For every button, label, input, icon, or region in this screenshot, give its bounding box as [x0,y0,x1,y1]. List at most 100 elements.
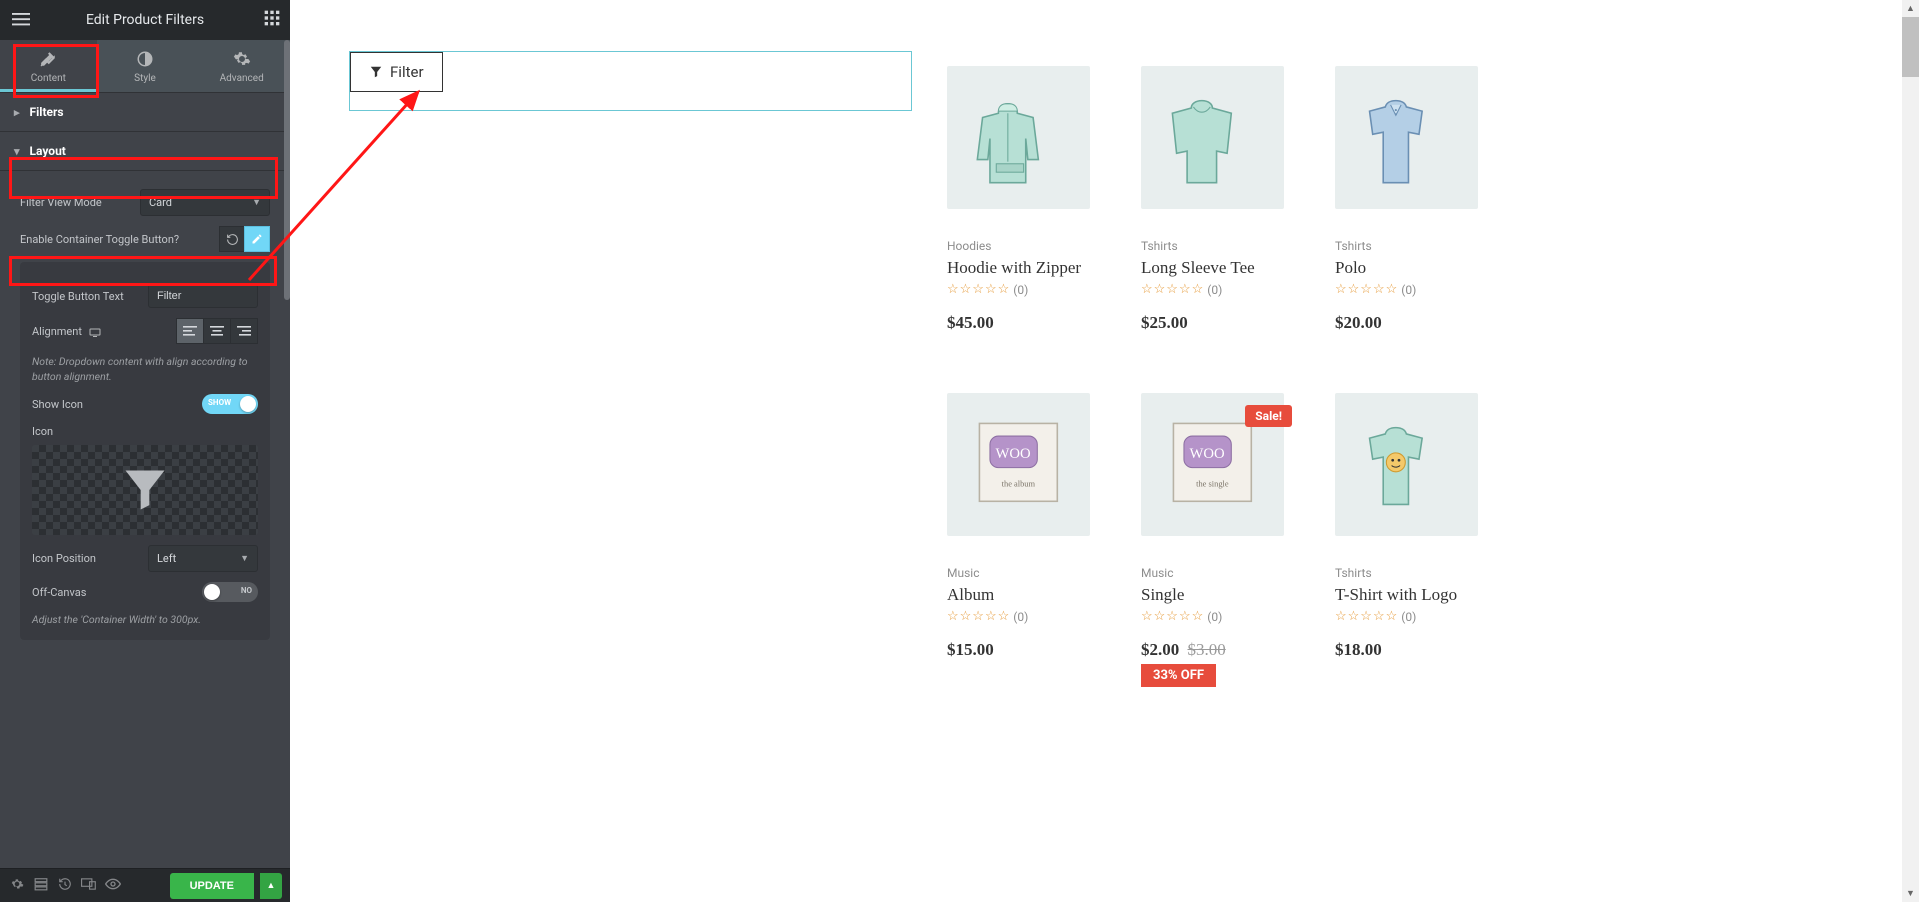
align-center-button[interactable] [203,318,231,344]
rating-count: (0) [1401,610,1416,624]
preview-canvas: Filter Hoodies Hoodie with Zipper ☆☆☆☆☆ … [290,0,1919,902]
product-price: $18.00 [1335,640,1523,660]
product-category: Tshirts [1335,239,1523,253]
section-filters[interactable]: ▸ Filters [0,92,290,131]
settings-icon[interactable] [8,877,26,895]
apps-grid-icon[interactable] [264,10,280,30]
rating-count: (0) [1401,283,1416,297]
stars-icon: ☆☆☆☆☆ [1335,609,1398,624]
product-card[interactable]: Tshirts Polo ☆☆☆☆☆ (0) $20.00 [1335,66,1523,333]
product-card[interactable]: Tshirts Long Sleeve Tee ☆☆☆☆☆ (0) $25.00 [1141,66,1329,333]
scroll-down-icon[interactable]: ▼ [1902,885,1919,902]
stars-icon: ☆☆☆☆☆ [1141,609,1204,624]
product-price: $20.00 [1335,313,1523,333]
page-scrollbar[interactable]: ▲ ▼ [1902,0,1919,902]
scroll-up-icon[interactable]: ▲ [1902,0,1919,17]
product-rating: ☆☆☆☆☆ (0) [1141,282,1329,297]
align-left-button[interactable] [176,318,204,344]
discount-badge: 33% OFF [1141,664,1216,687]
stars-icon: ☆☆☆☆☆ [1141,282,1204,297]
caret-right-icon: ▸ [14,106,20,119]
panel-sections: ▸ Filters ▾ Layout Filter View Mode Card… [0,92,290,868]
hamburger-icon[interactable] [12,10,30,32]
product-name[interactable]: Hoodie with Zipper [947,258,1135,278]
panel-title: Edit Product Filters [86,12,204,28]
rating-count: (0) [1013,610,1028,624]
toggle-button-text-input[interactable] [148,284,258,308]
icon-label: Icon [32,425,53,438]
product-image[interactable]: Sale! the single [1141,393,1284,536]
layout-controls: Filter View Mode Card ▼ Enable Container… [0,171,290,668]
product-rating: ☆☆☆☆☆ (0) [1335,609,1523,624]
product-rating: ☆☆☆☆☆ (0) [1141,609,1329,624]
tab-style[interactable]: Style [97,40,194,92]
old-price: $3.00 [1188,640,1226,659]
update-button[interactable]: UPDATE [170,873,254,899]
funnel-icon [369,65,383,79]
icon-position-select[interactable]: Left ▼ [148,545,258,572]
product-card[interactable]: the album Music Album ☆☆☆☆☆ (0) $15.00 [947,393,1135,687]
product-rating: ☆☆☆☆☆ (0) [1335,282,1523,297]
product-category: Hoodies [947,239,1135,253]
tab-advanced[interactable]: Advanced [193,40,290,92]
product-card[interactable]: Hoodies Hoodie with Zipper ☆☆☆☆☆ (0) $45… [947,66,1135,333]
alignment-note: Note: Dropdown content with align accord… [32,354,258,384]
product-category: Tshirts [1141,239,1329,253]
off-canvas-switch[interactable]: NO [202,582,258,602]
icon-position-label: Icon Position [32,552,96,565]
product-name[interactable]: Polo [1335,258,1523,278]
tab-label: Content [31,73,66,84]
stars-icon: ☆☆☆☆☆ [947,609,1010,624]
svg-text:the single: the single [1196,479,1229,488]
product-card[interactable]: Sale! the single Music Single ☆☆☆☆☆ (0) … [1141,393,1329,687]
panel-header: Edit Product Filters [0,0,290,40]
icon-preview[interactable] [32,445,258,535]
product-name[interactable]: Long Sleeve Tee [1141,258,1329,278]
align-right-button[interactable] [230,318,258,344]
product-rating: ☆☆☆☆☆ (0) [947,609,1135,624]
product-category: Tshirts [1335,566,1523,580]
panel-footer: UPDATE ▲ [0,868,290,902]
reset-default-button[interactable] [219,226,245,252]
preview-eye-icon[interactable] [104,877,122,895]
stars-icon: ☆☆☆☆☆ [947,282,1010,297]
product-card[interactable]: Tshirts T-Shirt with Logo ☆☆☆☆☆ (0) $18.… [1335,393,1523,687]
section-layout[interactable]: ▾ Layout [0,131,290,171]
product-image[interactable] [1335,66,1478,209]
product-name[interactable]: Album [947,585,1135,605]
toggle-button-text-label: Toggle Button Text [32,290,124,303]
product-image[interactable] [1335,393,1478,536]
select-value: Card [149,196,172,209]
history-icon[interactable] [56,877,74,895]
panel-tabs: Content Style Advanced [0,40,290,92]
tab-content[interactable]: Content [0,40,97,92]
product-price: $2.00 $3.00 [1141,640,1329,660]
filter-view-mode-label: Filter View Mode [20,196,102,209]
product-image[interactable]: the album [947,393,1090,536]
product-grid: Hoodies Hoodie with Zipper ☆☆☆☆☆ (0) $45… [947,66,1523,687]
svg-text:the album: the album [1002,479,1036,488]
switch-on-label: SHOW [208,398,231,407]
filter-widget-selected[interactable]: Filter [349,51,912,111]
sale-badge: Sale! [1245,405,1292,427]
filter-button-label: Filter [390,63,424,81]
rating-count: (0) [1013,283,1028,297]
show-icon-switch[interactable]: SHOW [202,394,258,414]
responsive-icon[interactable] [80,877,98,895]
product-image[interactable] [1141,66,1284,209]
filter-view-mode-select[interactable]: Card ▼ [140,189,270,216]
product-image[interactable] [947,66,1090,209]
update-caret-button[interactable]: ▲ [260,873,282,899]
enable-container-toggle-label: Enable Container Toggle Button? [20,233,179,246]
product-name[interactable]: T-Shirt with Logo [1335,585,1523,605]
product-name[interactable]: Single [1141,585,1329,605]
navigator-icon[interactable] [32,877,50,895]
enable-toggle-button[interactable] [244,226,270,252]
rating-count: (0) [1207,610,1222,624]
tab-label: Advanced [220,73,264,84]
alignment-label: Alignment [32,325,101,338]
product-rating: ☆☆☆☆☆ (0) [947,282,1135,297]
caret-down-icon: ▾ [14,145,20,158]
product-price: $45.00 [947,313,1135,333]
filter-toggle-button[interactable]: Filter [350,52,443,92]
